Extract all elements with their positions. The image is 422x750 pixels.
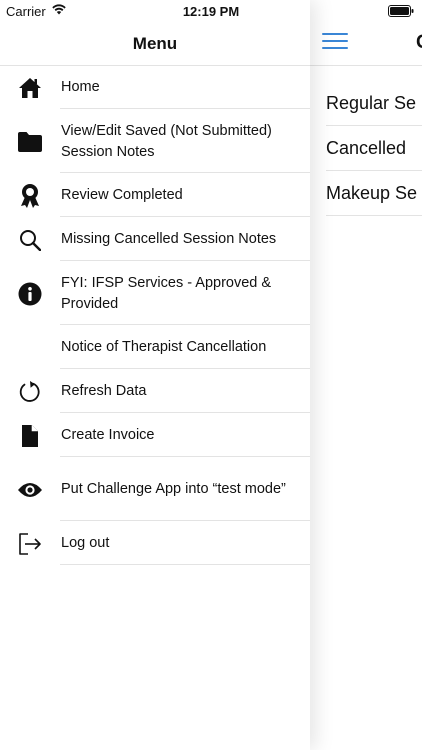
- menu-item-label: Put Challenge App into “test mode”: [61, 481, 286, 497]
- menu-title: Menu: [132, 34, 178, 53]
- menu-item-create-invoice[interactable]: Create Invoice: [0, 414, 310, 458]
- hamburger-menu-icon[interactable]: [322, 33, 348, 53]
- award-icon: [17, 183, 43, 209]
- logout-icon: [17, 531, 43, 557]
- menu-item-log-out[interactable]: Log out: [0, 522, 310, 566]
- menu-item-label: Review Completed: [61, 187, 183, 203]
- menu-item-review-completed[interactable]: Review Completed: [0, 174, 310, 218]
- menu-item-test-mode[interactable]: Put Challenge App into “test mode”: [0, 458, 310, 522]
- document-icon: [17, 423, 43, 449]
- folder-icon: [17, 129, 43, 155]
- menu-item-label: Home: [61, 79, 100, 95]
- menu-item-missing-cancelled[interactable]: Missing Cancelled Session Notes: [0, 218, 310, 262]
- background-title: C: [416, 32, 422, 54]
- menu-item-label: Log out: [61, 535, 110, 551]
- list-item-makeup[interactable]: Makeup Se: [326, 171, 422, 216]
- list-item-regular[interactable]: Regular Se: [326, 81, 422, 126]
- background-session-list: Regular Se Cancelled Makeup Se: [326, 81, 422, 216]
- status-time: 12:19 PM: [182, 4, 240, 19]
- menu-item-label: Refresh Data: [61, 383, 147, 399]
- menu-item-home[interactable]: Home: [0, 66, 310, 110]
- menu-item-label: FYI: IFSP Services - Approved & Provided: [61, 274, 272, 312]
- menu-list: Home View/Edit Saved (Not Submitted) Ses…: [0, 66, 310, 566]
- menu-item-view-edit-saved[interactable]: View/Edit Saved (Not Submitted) Session …: [0, 110, 310, 174]
- list-item-cancelled[interactable]: Cancelled: [326, 126, 422, 171]
- menu-item-therapist-cancellation[interactable]: Notice of Therapist Cancellation: [0, 326, 310, 370]
- search-icon: [17, 227, 43, 253]
- eye-icon: [17, 477, 43, 503]
- menu-item-label: View/Edit Saved (Not Submitted) Session …: [61, 122, 272, 160]
- background-nav-bar: C: [310, 22, 422, 66]
- side-menu-drawer: Carrier Menu Home View/Edit Saved (Not S…: [0, 0, 310, 750]
- menu-item-fyi-ifsp[interactable]: FYI: IFSP Services - Approved & Provided: [0, 262, 310, 326]
- home-icon: [17, 75, 43, 101]
- menu-item-refresh-data[interactable]: Refresh Data: [0, 370, 310, 414]
- menu-item-label: Missing Cancelled Session Notes: [61, 231, 277, 247]
- refresh-icon: [17, 379, 43, 405]
- menu-item-label: Create Invoice: [61, 427, 155, 443]
- menu-item-label: Notice of Therapist Cancellation: [61, 339, 267, 355]
- info-icon: [17, 281, 43, 307]
- menu-header: Menu: [0, 22, 310, 66]
